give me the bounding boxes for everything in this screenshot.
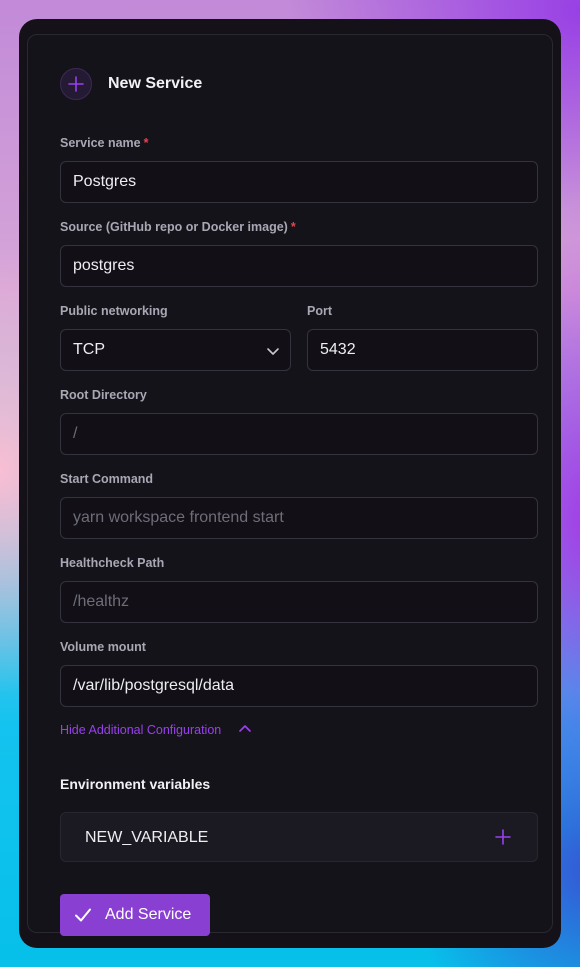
source-label: Source (GitHub repo or Docker image) * — [60, 220, 296, 234]
plus-circle-icon — [60, 68, 92, 100]
add-service-label: Add Service — [105, 906, 192, 923]
required-mark: * — [290, 220, 296, 234]
add-variable-plus-icon[interactable] — [495, 829, 511, 845]
healthcheck-path-label: Healthcheck Path — [60, 556, 165, 570]
new-service-card: New Service Service name * Postgres Sourc… — [19, 19, 561, 948]
hide-additional-config-label: Hide Additional Configuration — [60, 723, 222, 737]
source-input[interactable]: postgres — [60, 245, 538, 287]
service-name-input[interactable]: Postgres — [60, 161, 538, 203]
public-networking-value: TCP — [73, 341, 105, 358]
root-directory-label: Root Directory — [60, 388, 147, 402]
public-networking-label: Public networking — [60, 304, 168, 318]
required-mark: * — [143, 136, 149, 150]
env-variable-name[interactable]: NEW_VARIABLE — [85, 829, 208, 847]
start-command-input[interactable]: yarn workspace frontend start — [60, 497, 538, 539]
volume-mount-input[interactable]: /var/lib/postgresql/data — [60, 665, 538, 707]
check-icon — [75, 908, 91, 922]
hide-additional-config-link[interactable]: Hide Additional Configuration — [60, 723, 251, 737]
add-service-button[interactable]: Add Service — [60, 894, 210, 936]
service-name-label: Service name * — [60, 136, 149, 150]
port-input[interactable]: 5432 — [307, 329, 538, 371]
volume-mount-label: Volume mount — [60, 640, 146, 654]
chevron-down-icon — [267, 348, 279, 355]
port-label: Port — [307, 304, 332, 318]
chevron-up-icon — [239, 725, 251, 732]
page-title: New Service — [108, 75, 203, 92]
env-variable-row: NEW_VARIABLE — [60, 812, 538, 862]
environment-variables-heading: Environment variables — [60, 776, 211, 792]
start-command-label: Start Command — [60, 472, 154, 486]
root-directory-input[interactable]: / — [60, 413, 538, 455]
public-networking-select[interactable]: TCP — [60, 329, 291, 371]
new-service-panel: New Service Service name * Postgres Sourc… — [27, 34, 553, 936]
healthcheck-path-input[interactable]: /healthz — [60, 581, 538, 623]
